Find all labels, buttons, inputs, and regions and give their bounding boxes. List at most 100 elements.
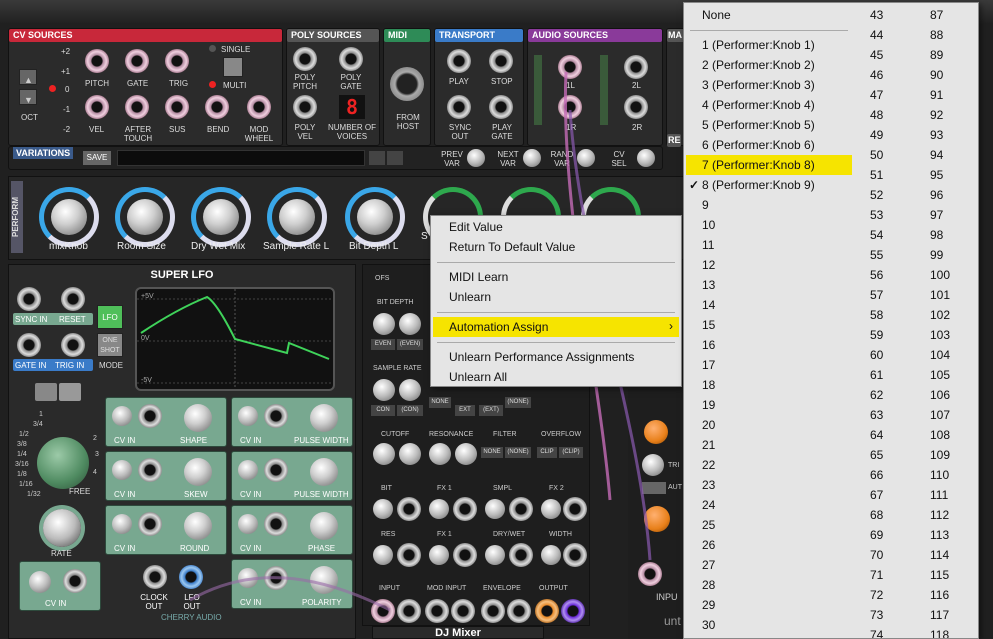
- submenu-item[interactable]: 108: [930, 425, 950, 445]
- submenu-item[interactable]: 115: [930, 565, 949, 585]
- submenu-item[interactable]: 61: [870, 365, 883, 385]
- submenu-performer-6[interactable]: 6 (Performer:Knob 6): [702, 135, 815, 155]
- submenu-item[interactable]: 23: [702, 475, 715, 495]
- submenu-item[interactable]: 100: [930, 265, 950, 285]
- submenu-item[interactable]: 88: [930, 25, 943, 45]
- submenu-item[interactable]: 65: [870, 445, 883, 465]
- submenu-item[interactable]: 97: [930, 205, 943, 225]
- menu-unlearn-all[interactable]: Unlearn All: [449, 370, 507, 384]
- submenu-item[interactable]: 9: [702, 195, 709, 215]
- submenu-item[interactable]: 99: [930, 245, 943, 265]
- submenu-item[interactable]: 103: [930, 325, 950, 345]
- menu-midi-learn[interactable]: MIDI Learn: [449, 270, 508, 284]
- submenu-item[interactable]: 112: [930, 505, 949, 525]
- submenu-item[interactable]: 13: [702, 275, 715, 295]
- menu-automation-assign[interactable]: Automation Assign: [449, 320, 548, 334]
- submenu-item[interactable]: 64: [870, 425, 883, 445]
- submenu-item[interactable]: 57: [870, 285, 883, 305]
- submenu-item[interactable]: 53: [870, 205, 883, 225]
- submenu-item[interactable]: 55: [870, 245, 883, 265]
- menu-unlearn[interactable]: Unlearn: [449, 290, 491, 304]
- submenu-item[interactable]: 10: [702, 215, 715, 235]
- submenu-item[interactable]: 114: [930, 545, 949, 565]
- submenu-item[interactable]: 30: [702, 615, 715, 635]
- submenu-item[interactable]: 106: [930, 385, 950, 405]
- submenu-item[interactable]: 19: [702, 395, 715, 415]
- submenu-item[interactable]: 24: [702, 495, 715, 515]
- menu-unlearn-performance[interactable]: Unlearn Performance Assignments: [449, 350, 634, 364]
- submenu-item[interactable]: 43: [870, 5, 883, 25]
- submenu-item[interactable]: 110: [930, 465, 949, 485]
- submenu-item[interactable]: 15: [702, 315, 715, 335]
- submenu-item[interactable]: 72: [870, 585, 883, 605]
- submenu-item[interactable]: 22: [702, 455, 715, 475]
- submenu-item[interactable]: 17: [702, 355, 715, 375]
- submenu-item[interactable]: 26: [702, 535, 715, 555]
- submenu-item[interactable]: 59: [870, 325, 883, 345]
- submenu-item[interactable]: 28: [702, 575, 715, 595]
- submenu-item[interactable]: 96: [930, 185, 943, 205]
- submenu-item[interactable]: 21: [702, 435, 715, 455]
- submenu-item[interactable]: 48: [870, 105, 883, 125]
- submenu-item[interactable]: 73: [870, 605, 883, 625]
- submenu-item[interactable]: 18: [702, 375, 715, 395]
- submenu-item[interactable]: 87: [930, 5, 943, 25]
- submenu-item[interactable]: 44: [870, 25, 883, 45]
- submenu-performer-4[interactable]: 4 (Performer:Knob 4): [702, 95, 815, 115]
- submenu-item[interactable]: 20: [702, 415, 715, 435]
- submenu-item[interactable]: 95: [930, 165, 943, 185]
- submenu-item[interactable]: 25: [702, 515, 715, 535]
- submenu-item[interactable]: 14: [702, 295, 715, 315]
- submenu-item[interactable]: 29: [702, 595, 715, 615]
- submenu-none[interactable]: None: [702, 5, 731, 25]
- submenu-item[interactable]: 109: [930, 445, 950, 465]
- submenu-item[interactable]: 69: [870, 525, 883, 545]
- submenu-item[interactable]: 71: [870, 565, 883, 585]
- submenu-item[interactable]: 116: [930, 585, 949, 605]
- submenu-item[interactable]: 107: [930, 405, 950, 425]
- submenu-item[interactable]: 66: [870, 465, 883, 485]
- submenu-item[interactable]: 46: [870, 65, 883, 85]
- submenu-item[interactable]: 93: [930, 125, 943, 145]
- submenu-item[interactable]: 67: [870, 485, 883, 505]
- submenu-item[interactable]: 45: [870, 45, 883, 65]
- submenu-item[interactable]: 27: [702, 555, 715, 575]
- submenu-item[interactable]: 92: [930, 105, 943, 125]
- submenu-item[interactable]: 102: [930, 305, 950, 325]
- submenu-item[interactable]: 12: [702, 255, 715, 275]
- submenu-item[interactable]: 91: [930, 85, 943, 105]
- submenu-item[interactable]: 58: [870, 305, 883, 325]
- submenu-item[interactable]: 98: [930, 225, 943, 245]
- submenu-item[interactable]: 50: [870, 145, 883, 165]
- submenu-item[interactable]: 62: [870, 385, 883, 405]
- submenu-performer-3[interactable]: 3 (Performer:Knob 3): [702, 75, 815, 95]
- submenu-item[interactable]: 49: [870, 125, 883, 145]
- submenu-item[interactable]: 52: [870, 185, 883, 205]
- menu-edit-value[interactable]: Edit Value: [449, 220, 503, 234]
- submenu-item[interactable]: 63: [870, 405, 883, 425]
- submenu-item[interactable]: 16: [702, 335, 715, 355]
- submenu-item[interactable]: 111: [930, 485, 948, 505]
- submenu-item[interactable]: 11: [702, 235, 714, 255]
- submenu-item[interactable]: 74: [870, 625, 883, 638]
- submenu-item[interactable]: 94: [930, 145, 943, 165]
- submenu-performer-5[interactable]: 5 (Performer:Knob 5): [702, 115, 815, 135]
- submenu-item[interactable]: 113: [930, 525, 949, 545]
- submenu-item[interactable]: 51: [870, 165, 883, 185]
- submenu-item[interactable]: 118: [930, 625, 949, 638]
- submenu-item[interactable]: 56: [870, 265, 883, 285]
- submenu-item[interactable]: 60: [870, 345, 883, 365]
- submenu-performer-1[interactable]: 1 (Performer:Knob 1): [702, 35, 815, 55]
- submenu-item[interactable]: 104: [930, 345, 950, 365]
- submenu-item[interactable]: 105: [930, 365, 950, 385]
- submenu-item[interactable]: 47: [870, 85, 883, 105]
- submenu-item[interactable]: 54: [870, 225, 883, 245]
- submenu-performer-2[interactable]: 2 (Performer:Knob 2): [702, 55, 815, 75]
- submenu-performer-8[interactable]: 8 (Performer:Knob 9): [702, 175, 815, 195]
- submenu-item[interactable]: 101: [930, 285, 950, 305]
- submenu-item[interactable]: 70: [870, 545, 883, 565]
- menu-return-default[interactable]: Return To Default Value: [449, 240, 575, 254]
- submenu-item[interactable]: 89: [930, 45, 943, 65]
- submenu-item[interactable]: 68: [870, 505, 883, 525]
- submenu-item[interactable]: 90: [930, 65, 943, 85]
